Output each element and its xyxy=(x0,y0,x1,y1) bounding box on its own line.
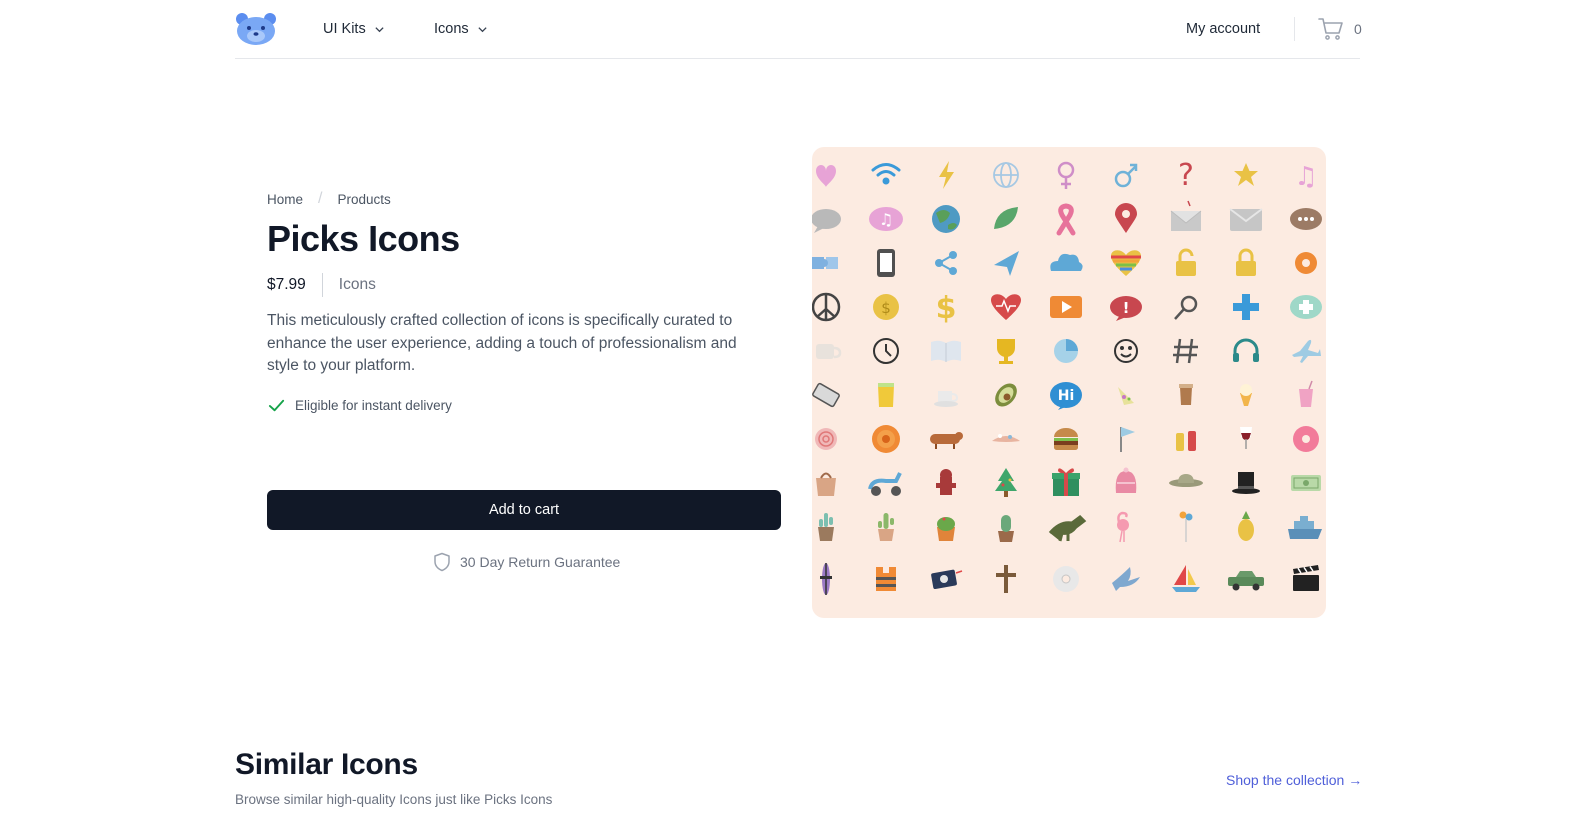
shopping-cart-icon xyxy=(1318,18,1343,40)
delivery-label: Eligible for instant delivery xyxy=(295,398,452,413)
svg-text:♫: ♫ xyxy=(879,210,893,229)
chevron-down-icon xyxy=(478,26,487,32)
product-description: This meticulously crafted collection of … xyxy=(267,312,737,374)
product-price: $7.99 xyxy=(267,276,306,293)
similar-section-subtitle: Browse similar high-quality Icons just l… xyxy=(235,792,553,807)
shop-collection-link[interactable]: Shop the collection → xyxy=(1226,772,1362,788)
product-category: Icons xyxy=(338,276,376,293)
price-divider xyxy=(321,273,323,297)
site-header: UI Kits Icons My account 0 xyxy=(235,0,1362,59)
bear-logo-icon[interactable] xyxy=(235,12,277,46)
chevron-down-icon xyxy=(375,26,384,32)
product-title: Picks Icons xyxy=(267,218,460,259)
breadcrumb-separator: / xyxy=(318,190,323,207)
my-account-link[interactable]: My account xyxy=(1186,21,1260,37)
breadcrumb: Home / Products xyxy=(267,190,391,208)
check-icon xyxy=(268,399,285,412)
cart-button[interactable]: 0 xyxy=(1318,16,1362,42)
svg-text:♫: ♫ xyxy=(1294,162,1317,192)
price-row: $7.99 Icons xyxy=(267,273,376,297)
svg-text:?: ? xyxy=(1178,158,1194,193)
cart-count: 0 xyxy=(1354,21,1362,37)
return-guarantee: 30 Day Return Guarantee xyxy=(433,552,620,572)
guarantee-label: 30 Day Return Guarantee xyxy=(460,554,621,570)
shield-icon xyxy=(434,552,450,572)
icon-collection-preview: ? ♫ ♫ $ $ ! Hi xyxy=(812,158,1322,595)
header-divider xyxy=(1294,17,1295,41)
add-to-cart-button[interactable]: Add to cart xyxy=(267,490,781,530)
nav-icons-label: Icons xyxy=(434,21,469,37)
breadcrumb-home[interactable]: Home xyxy=(267,192,303,207)
breadcrumb-products[interactable]: Products xyxy=(337,192,390,207)
svg-text:Hi: Hi xyxy=(1058,388,1075,404)
product-preview-image: ? ♫ ♫ $ $ ! Hi xyxy=(812,147,1326,618)
similar-section-title: Similar Icons xyxy=(235,748,418,781)
nav-ui-kits[interactable]: UI Kits xyxy=(323,21,385,37)
svg-text:$: $ xyxy=(936,291,957,326)
nav-ui-kits-label: UI Kits xyxy=(323,21,366,37)
svg-text:$: $ xyxy=(881,299,891,317)
nav-icons[interactable]: Icons xyxy=(434,21,488,37)
delivery-info: Eligible for instant delivery xyxy=(267,396,452,415)
svg-text:!: ! xyxy=(1123,299,1130,317)
